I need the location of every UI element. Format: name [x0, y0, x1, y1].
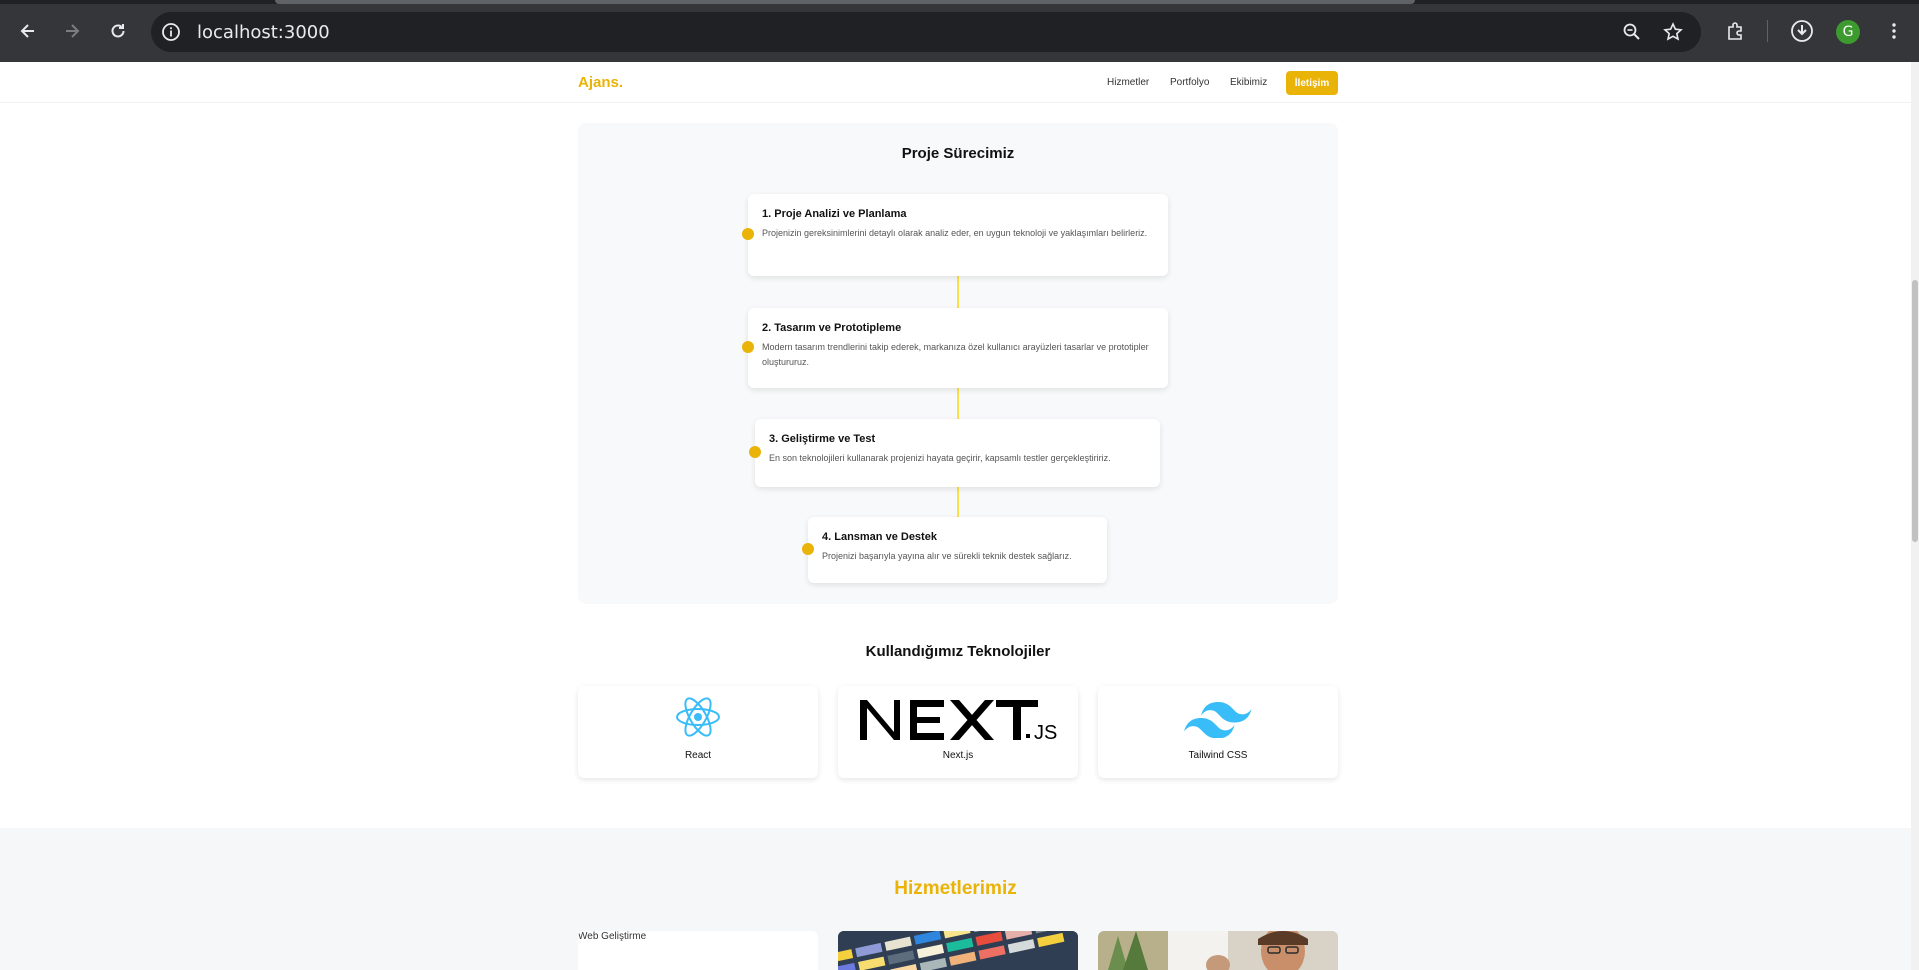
- step-description: En son teknolojileri kullanarak projeniz…: [769, 453, 1111, 463]
- url-text[interactable]: localhost:3000: [197, 22, 330, 43]
- tech-name: Next.js: [942, 750, 974, 761]
- nextjs-logo-icon: JS: [860, 700, 1057, 742]
- download-icon: [1791, 20, 1813, 42]
- forward-arrow-icon: [66, 24, 80, 38]
- active-tab[interactable]: [275, 0, 1415, 4]
- reload-icon: [111, 24, 125, 38]
- downloads-button[interactable]: [1788, 17, 1816, 45]
- toolbar-separator: [1767, 20, 1768, 42]
- process-step: 3. Geliştirme ve Test En son teknolojile…: [755, 419, 1160, 487]
- profile-avatar[interactable]: G: [1836, 20, 1860, 44]
- contact-button[interactable]: İletişim: [1286, 71, 1338, 95]
- address-bar[interactable]: localhost:3000: [151, 12, 1701, 52]
- more-vertical-icon: [1892, 23, 1896, 39]
- nav-link-hizmetler[interactable]: Hizmetler: [1107, 77, 1149, 88]
- reload-button[interactable]: [104, 17, 132, 45]
- step-description: Projenizin gereksinimlerini detaylı olar…: [762, 228, 1148, 238]
- timeline-dot: [802, 543, 814, 555]
- timeline-connector: [957, 487, 959, 517]
- process-step: 1. Proje Analizi ve Planlama Projenizin …: [748, 194, 1168, 276]
- timeline-dot: [749, 446, 761, 458]
- process-step: 4. Lansman ve Destek Projenizi başarıyla…: [808, 517, 1107, 583]
- step-title: 4. Lansman ve Destek: [822, 531, 937, 543]
- broken-image-alt-text: Web Geliştirme: [578, 931, 647, 942]
- zoom-icon[interactable]: [1622, 22, 1642, 42]
- service-card-team[interactable]: [1098, 931, 1338, 970]
- tech-name: React: [684, 750, 712, 761]
- page-scrollbar[interactable]: [1911, 62, 1919, 970]
- timeline-connector: [957, 388, 959, 419]
- process-title: Proje Sürecimiz: [901, 145, 1015, 162]
- nav-link-ekibimiz[interactable]: Ekibimiz: [1230, 77, 1267, 88]
- site-logo[interactable]: Ajans.: [578, 74, 623, 91]
- back-arrow-icon: [20, 24, 34, 38]
- service-card-web[interactable]: Web Geliştirme: [578, 931, 818, 970]
- tech-card-nextjs: JS Next.js: [838, 686, 1078, 778]
- site-info-icon[interactable]: [161, 22, 181, 42]
- nav-link-portfolyo[interactable]: Portfolyo: [1170, 77, 1209, 88]
- step-description: Modern tasarım trendlerini takip ederek,…: [762, 342, 1149, 367]
- design-swatches-image: [838, 931, 1078, 970]
- browser-toolbar: localhost:3000 G: [0, 0, 1919, 62]
- services-section: Hizmetlerimiz Web Geliştirme: [0, 828, 1911, 970]
- team-photo-image: [1098, 931, 1338, 970]
- scrollbar-thumb[interactable]: [1912, 280, 1918, 542]
- site-header: Ajans. Hizmetler Portfolyo Ekibimiz İlet…: [0, 62, 1911, 103]
- react-logo-icon: [676, 697, 720, 737]
- puzzle-icon: [1728, 22, 1742, 40]
- step-title: 1. Proje Analizi ve Planlama: [762, 208, 907, 220]
- tailwind-logo-icon: [1184, 702, 1252, 738]
- back-button[interactable]: [14, 17, 42, 45]
- process-step: 2. Tasarım ve Prototipleme Modern tasarı…: [748, 308, 1168, 388]
- timeline-dot: [742, 341, 754, 353]
- service-card-design[interactable]: [838, 931, 1078, 970]
- tech-card-tailwind: Tailwind CSS: [1098, 686, 1338, 778]
- tech-card-react: React: [578, 686, 818, 778]
- timeline-connector: [957, 276, 959, 308]
- menu-button[interactable]: [1880, 17, 1908, 45]
- step-title: 2. Tasarım ve Prototipleme: [762, 322, 902, 334]
- step-title: 3. Geliştirme ve Test: [769, 433, 876, 445]
- extensions-button[interactable]: [1722, 17, 1750, 45]
- technologies-title: Kullandığımız Teknolojiler: [865, 643, 1051, 660]
- step-description: Projenizi başarıyla yayına alır ve sürek…: [822, 551, 1072, 561]
- tab-strip: [0, 0, 1919, 4]
- timeline-dot: [742, 228, 754, 240]
- bookmark-star-icon[interactable]: [1663, 22, 1683, 42]
- forward-button[interactable]: [58, 17, 86, 45]
- tech-name: Tailwind CSS: [1188, 750, 1248, 761]
- svg-text:JS: JS: [1034, 722, 1057, 742]
- services-title: Hizmetlerimiz: [894, 878, 1017, 899]
